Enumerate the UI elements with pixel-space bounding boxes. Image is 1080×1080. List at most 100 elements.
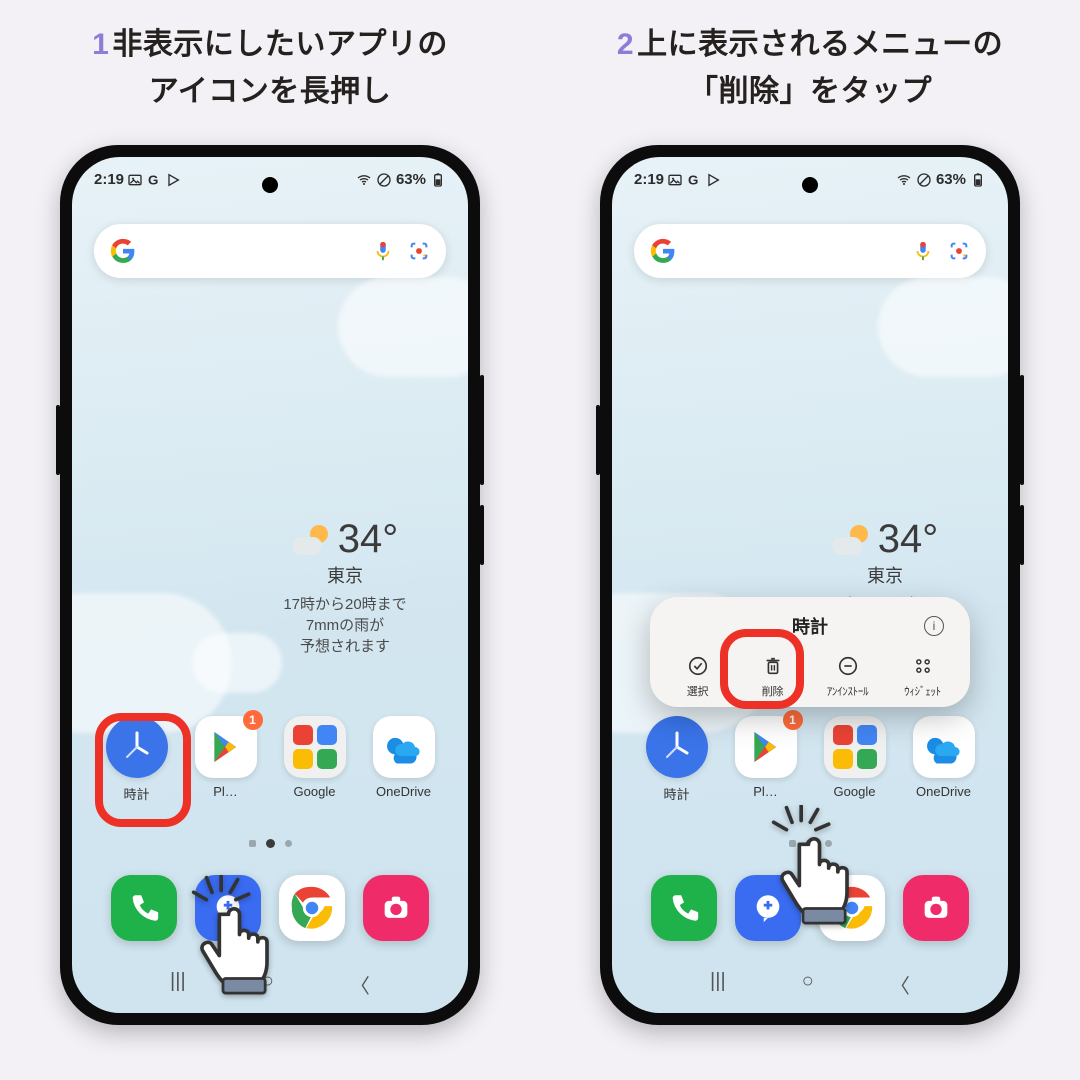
clock-icon: [646, 716, 708, 778]
battery-icon: [430, 172, 446, 188]
google-folder-icon: [284, 716, 346, 778]
home-screen[interactable]: 2:19 G 63%: [72, 157, 468, 1013]
step-1-number: 1: [92, 28, 109, 61]
page-dot-home: [789, 840, 796, 847]
step-1-line1: 非表示にしたいアプリの: [112, 28, 448, 61]
mic-icon[interactable]: [372, 240, 394, 262]
menu-select[interactable]: 選択: [662, 653, 734, 699]
dock-chrome[interactable]: [279, 875, 345, 941]
battery-text: 63%: [396, 171, 426, 188]
status-time: 2:19: [634, 171, 664, 188]
dock-camera[interactable]: [903, 875, 969, 941]
menu-remove[interactable]: 削除: [737, 653, 809, 699]
google-g-icon: G: [686, 172, 702, 188]
menu-widget[interactable]: ｳｨｼﾞｪｯﾄ: [887, 653, 959, 699]
step-1-line2: アイコンを長押し: [149, 75, 392, 108]
page-dot-current: [266, 839, 275, 848]
app-play-label: Pl…: [725, 784, 807, 799]
phone-step-2: 2:19 G 63%: [540, 145, 1080, 1025]
weather-line2: 7mmの雨が: [306, 617, 384, 634]
info-icon[interactable]: i: [924, 616, 944, 636]
menu-uninstall[interactable]: ｱﾝｲﾝｽﾄｰﾙ: [812, 653, 884, 699]
menu-uninstall-label: ｱﾝｲﾝｽﾄｰﾙ: [812, 683, 884, 699]
app-play-store[interactable]: 1 Pl…: [185, 716, 267, 803]
context-menu: 時計 i 選択 削除 ｱﾝｲ: [650, 597, 970, 707]
nav-back[interactable]: 〈: [890, 970, 910, 999]
google-search-bar[interactable]: [94, 224, 446, 278]
google-g-icon: G: [146, 172, 162, 188]
step-2-line1: 上に表示されるメニューの: [637, 28, 1003, 61]
step-2-title: 2上に表示されるメニューの 「削除」をタップ: [540, 0, 1080, 115]
play-badge: 1: [243, 710, 263, 730]
dock-messages[interactable]: [735, 875, 801, 941]
dock-phone[interactable]: [111, 875, 177, 941]
check-circle-icon: [685, 653, 711, 679]
minus-circle-icon: [835, 653, 861, 679]
app-onedrive[interactable]: OneDrive: [903, 716, 985, 803]
app-onedrive[interactable]: OneDrive: [363, 716, 445, 803]
app-clock-label: 時計: [636, 784, 718, 803]
app-clock[interactable]: 時計: [636, 716, 718, 803]
nav-home[interactable]: ○: [262, 970, 274, 999]
google-search-bar[interactable]: [634, 224, 986, 278]
mic-icon[interactable]: [912, 240, 934, 262]
nav-recents[interactable]: |||: [710, 970, 726, 999]
step-2-line2: 「削除」をタップ: [688, 75, 932, 108]
page-dot-next: [825, 840, 832, 847]
app-google-folder[interactable]: Google: [274, 716, 356, 803]
weather-city: 東京: [790, 562, 980, 588]
app-play-store[interactable]: 1 Pl…: [725, 716, 807, 803]
page-dot-home: [249, 840, 256, 847]
battery-icon: [970, 172, 986, 188]
phone-step-1: 2:19 G 63%: [0, 145, 540, 1025]
step-1-title: 1非表示にしたいアプリの アイコンを長押し: [0, 0, 540, 115]
image-icon: [667, 172, 683, 188]
app-onedrive-label: OneDrive: [363, 784, 445, 799]
app-google-label: Google: [274, 784, 356, 799]
nav-home[interactable]: ○: [802, 970, 814, 999]
google-lens-icon[interactable]: [948, 240, 970, 262]
dock-messages[interactable]: [195, 875, 261, 941]
page-dot-current: [806, 839, 815, 848]
weather-temp: 34°: [878, 517, 939, 562]
weather-sun-cloud-icon: [832, 525, 870, 555]
step-2-number: 2: [617, 28, 634, 61]
status-time: 2:19: [94, 171, 124, 188]
nav-recents[interactable]: |||: [170, 970, 186, 999]
dock-chrome[interactable]: [819, 875, 885, 941]
nav-back[interactable]: 〈: [350, 970, 370, 999]
play-triangle-icon: [165, 172, 181, 188]
home-screen[interactable]: 2:19 G 63%: [612, 157, 1008, 1013]
navigation-bar: ||| ○ 〈: [72, 970, 468, 999]
google-logo-icon: [110, 238, 136, 264]
page-indicator[interactable]: [612, 839, 1008, 848]
front-camera: [262, 177, 278, 193]
google-lens-icon[interactable]: [408, 240, 430, 262]
navigation-bar: ||| ○ 〈: [612, 970, 1008, 999]
weather-temp: 34°: [338, 517, 399, 562]
widget-grid-icon: [910, 653, 936, 679]
battery-text: 63%: [936, 171, 966, 188]
image-icon: [127, 172, 143, 188]
dock-phone[interactable]: [651, 875, 717, 941]
page-indicator[interactable]: [72, 839, 468, 848]
dock-camera[interactable]: [363, 875, 429, 941]
step-titles: 1非表示にしたいアプリの アイコンを長押し 2上に表示されるメニューの 「削除」…: [0, 0, 1080, 115]
app-google-label: Google: [814, 784, 896, 799]
weather-line3: 予想されます: [300, 638, 390, 655]
weather-widget[interactable]: 34° 東京 17時から20時まで 7mmの雨が 予想されます: [250, 517, 440, 657]
front-camera: [802, 177, 818, 193]
wifi-icon: [356, 172, 372, 188]
app-row: 時計 1 Pl…: [72, 716, 468, 803]
app-google-folder[interactable]: Google: [814, 716, 896, 803]
page-dot-next: [285, 840, 292, 847]
dock: [612, 875, 1008, 941]
no-sim-icon: [916, 172, 932, 188]
context-menu-title: 時計: [792, 613, 828, 639]
app-clock[interactable]: 時計: [96, 716, 178, 803]
onedrive-icon: [373, 716, 435, 778]
app-clock-label: 時計: [96, 784, 178, 803]
menu-remove-label: 削除: [737, 683, 809, 699]
svg-text:G: G: [148, 172, 158, 187]
app-onedrive-label: OneDrive: [903, 784, 985, 799]
